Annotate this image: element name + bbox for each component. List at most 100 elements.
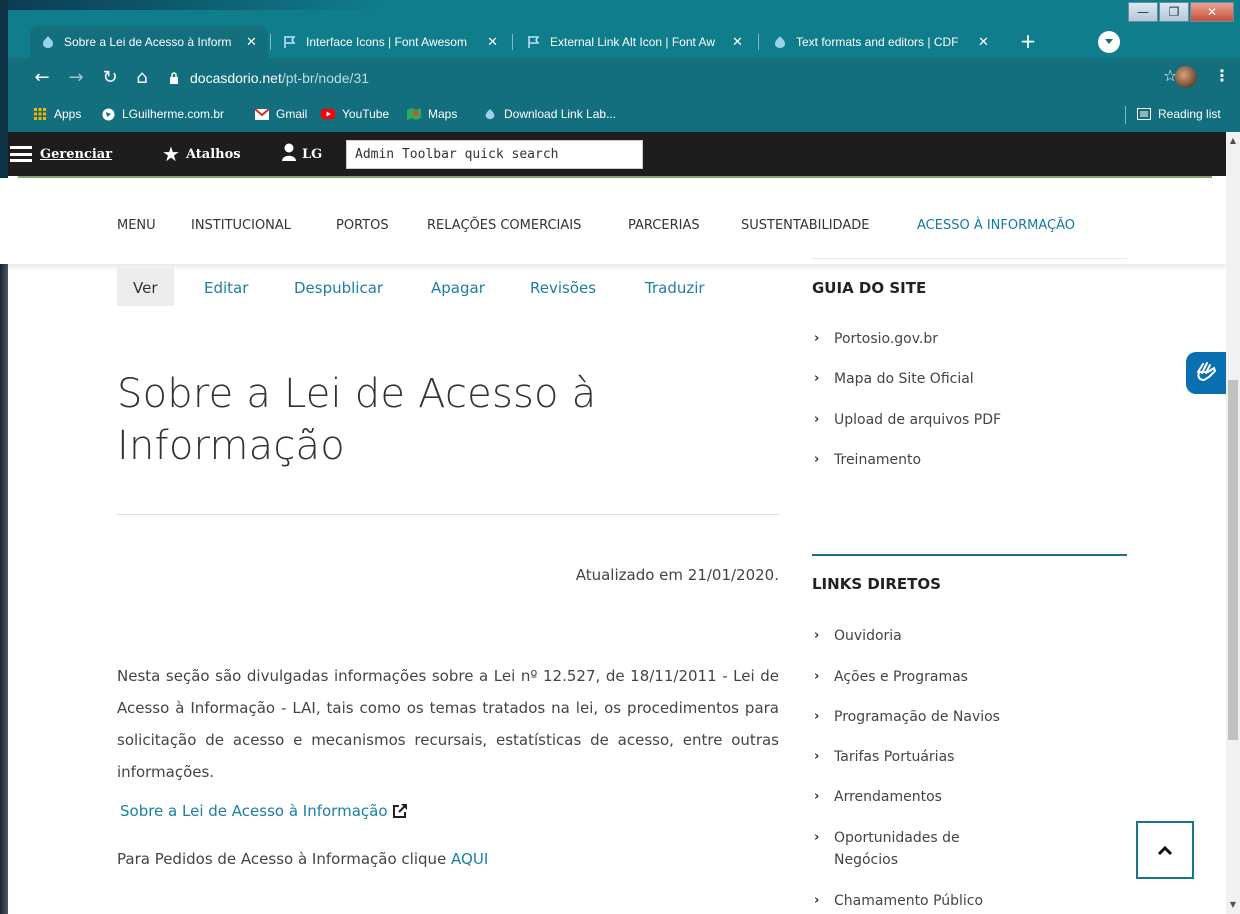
guide-link-upload-pdf[interactable]: › Upload de arquivos PDF bbox=[814, 409, 1001, 431]
manage-button[interactable]: Gerenciar bbox=[10, 132, 112, 176]
window-close-button[interactable]: ✕ bbox=[1190, 2, 1234, 22]
user-button[interactable]: LG bbox=[282, 132, 322, 176]
sign-language-hands-icon bbox=[1194, 360, 1218, 386]
tab-traduzir[interactable]: Traduzir bbox=[645, 268, 705, 306]
bookmark-gmail[interactable]: Gmail bbox=[254, 107, 307, 121]
vlibras-accessibility-button[interactable] bbox=[1186, 352, 1226, 394]
admin-quick-search-input[interactable]: Admin Toolbar quick search bbox=[346, 140, 643, 169]
tab-apagar[interactable]: Apagar bbox=[431, 268, 485, 306]
flag-icon bbox=[526, 34, 542, 50]
tab-title: Interface Icons | Font Awesom bbox=[306, 35, 467, 49]
direct-link-ouvidoria[interactable]: › Ouvidoria bbox=[814, 625, 902, 647]
left-edge-strip bbox=[0, 264, 8, 914]
tab-search-icon[interactable] bbox=[1098, 31, 1120, 53]
profile-avatar[interactable] bbox=[1175, 66, 1197, 88]
link-label: Upload de arquivos PDF bbox=[834, 412, 1002, 428]
sidebar-top-rule bbox=[812, 258, 1127, 259]
address-bar[interactable]: docasdorio.net/pt-br/node/31 bbox=[166, 64, 1166, 92]
tab-separator bbox=[270, 34, 271, 50]
external-lai-link[interactable]: Sobre a Lei de Acesso à Informação bbox=[120, 802, 408, 820]
direct-link-chamamento[interactable]: › Chamamento Público bbox=[814, 890, 983, 912]
chevron-up-icon bbox=[1157, 841, 1173, 860]
scroll-up-arrow-icon[interactable]: ▲ bbox=[1226, 134, 1240, 148]
nav-relacoes-comerciais[interactable]: RELAÇÕES COMERCIAIS bbox=[427, 218, 581, 233]
window-controls: — ❐ ✕ bbox=[1127, 2, 1234, 22]
bookmarks-bar: Apps LGuilherme.com.br Gmail YouTube Map… bbox=[0, 98, 1240, 132]
minimize-button[interactable]: — bbox=[1128, 2, 1158, 22]
chevron-right-icon: › bbox=[814, 669, 820, 684]
reading-list-button[interactable]: Reading list bbox=[1136, 107, 1221, 121]
chevron-right-icon: › bbox=[814, 628, 820, 643]
guide-link-treinamento[interactable]: › Treinamento bbox=[814, 449, 921, 471]
browser-tab-4[interactable]: Text formats and editors | CDF ✕ bbox=[762, 26, 1002, 58]
tab-revisoes[interactable]: Revisões bbox=[530, 268, 596, 306]
nav-menu[interactable]: MENU bbox=[117, 218, 156, 233]
direct-link-arrendamentos[interactable]: › Arrendamentos bbox=[814, 786, 942, 808]
nav-acesso-informacao[interactable]: ACESSO À INFORMAÇÃO bbox=[917, 218, 1075, 233]
tab-editar[interactable]: Editar bbox=[204, 268, 248, 306]
bookmark-apps[interactable]: Apps bbox=[32, 107, 81, 121]
bookmark-youtube[interactable]: YouTube bbox=[320, 107, 389, 121]
drupal-icon bbox=[482, 107, 498, 121]
direct-link-programacao-navios[interactable]: › Programação de Navios bbox=[814, 706, 1000, 728]
close-tab-icon[interactable]: ✕ bbox=[487, 34, 498, 50]
forward-arrow-icon[interactable]: → bbox=[64, 66, 88, 90]
request-text: Para Pedidos de Acesso à Informação cliq… bbox=[117, 850, 447, 868]
tab-ver[interactable]: Ver bbox=[117, 268, 174, 306]
nav-sustentabilidade[interactable]: SUSTENTABILIDADE bbox=[741, 218, 869, 233]
close-tab-icon[interactable]: ✕ bbox=[246, 34, 257, 50]
chevron-right-icon: › bbox=[814, 371, 820, 386]
drupal-icon bbox=[772, 34, 788, 50]
bookmark-maps[interactable]: Maps bbox=[406, 107, 457, 121]
intro-paragraph: Nesta seção são divulgadas informações s… bbox=[117, 667, 779, 781]
nav-parcerias[interactable]: PARCERIAS bbox=[628, 218, 700, 233]
bookmark-lguilherme[interactable]: LGuilherme.com.br bbox=[100, 107, 224, 121]
link-label: Oportunidades de Negócios bbox=[834, 830, 960, 868]
direct-links-heading: LINKS DIRETOS bbox=[812, 575, 941, 593]
browser-menu-icon[interactable]: ⋮ bbox=[1214, 66, 1230, 85]
manage-label: Gerenciar bbox=[40, 146, 113, 162]
scroll-down-arrow-icon[interactable]: ▼ bbox=[1226, 898, 1240, 912]
guide-heading: GUIA DO SITE bbox=[812, 279, 927, 297]
direct-link-tarifas[interactable]: › Tarifas Portuárias bbox=[814, 746, 954, 768]
tab-despublicar[interactable]: Despublicar bbox=[294, 268, 383, 306]
guide-link-mapa-site[interactable]: › Mapa do Site Oficial bbox=[814, 368, 974, 390]
maximize-button[interactable]: ❐ bbox=[1159, 2, 1189, 22]
chevron-right-icon: › bbox=[814, 709, 820, 724]
link-label: Chamamento Público bbox=[834, 893, 984, 909]
close-tab-icon[interactable]: ✕ bbox=[732, 34, 743, 50]
close-tab-icon[interactable]: ✕ bbox=[978, 34, 989, 50]
browser-tab-3[interactable]: External Link Alt Icon | Font Aw ✕ bbox=[516, 26, 756, 58]
bookmark-download-link-lab[interactable]: Download Link Lab... bbox=[482, 107, 616, 121]
external-link-icon bbox=[392, 803, 408, 819]
globe-icon bbox=[100, 107, 116, 121]
chevron-right-icon: › bbox=[814, 331, 820, 346]
guide-link-portosio[interactable]: › Portosio.gov.br bbox=[814, 328, 938, 350]
home-icon[interactable]: ⌂ bbox=[130, 66, 154, 90]
shortcuts-label: Atalhos bbox=[185, 146, 241, 162]
direct-link-oportunidades[interactable]: › Oportunidades de Negócios bbox=[814, 827, 994, 871]
back-to-top-button[interactable] bbox=[1136, 821, 1194, 879]
bookmark-label: Apps bbox=[54, 107, 82, 121]
url-host: docasdorio.net bbox=[190, 70, 282, 86]
browser-tab-1[interactable]: Sobre a Lei de Acesso à Inform ✕ bbox=[30, 26, 268, 58]
page-title-line1: Sobre a Lei de Acesso à bbox=[117, 371, 597, 417]
nav-institucional[interactable]: INSTITUCIONAL bbox=[191, 218, 291, 233]
shortcuts-button[interactable]: ★ Atalhos bbox=[162, 132, 241, 176]
bookmark-label: YouTube bbox=[342, 107, 390, 121]
tab-separator bbox=[758, 34, 759, 50]
browser-tabstrip: Sobre a Lei de Acesso à Inform ✕ Interfa… bbox=[0, 0, 1240, 58]
page-scrollbar[interactable]: ▲ ▼ bbox=[1226, 132, 1240, 914]
direct-link-acoes-programas[interactable]: › Ações e Programas bbox=[814, 666, 968, 688]
chevron-right-icon: › bbox=[814, 893, 820, 908]
back-arrow-icon[interactable]: ← bbox=[30, 66, 54, 90]
user-icon bbox=[282, 143, 296, 165]
nav-portos[interactable]: PORTOS bbox=[336, 218, 389, 233]
reload-icon[interactable]: ↻ bbox=[98, 66, 122, 90]
request-link[interactable]: AQUI bbox=[451, 850, 488, 868]
browser-tab-2[interactable]: Interface Icons | Font Awesom ✕ bbox=[272, 26, 508, 58]
new-tab-button[interactable]: + bbox=[1016, 30, 1040, 54]
external-link-label: Sobre a Lei de Acesso à Informação bbox=[120, 802, 388, 820]
scrollbar-thumb[interactable] bbox=[1228, 380, 1238, 740]
link-label: Arrendamentos bbox=[834, 789, 942, 805]
